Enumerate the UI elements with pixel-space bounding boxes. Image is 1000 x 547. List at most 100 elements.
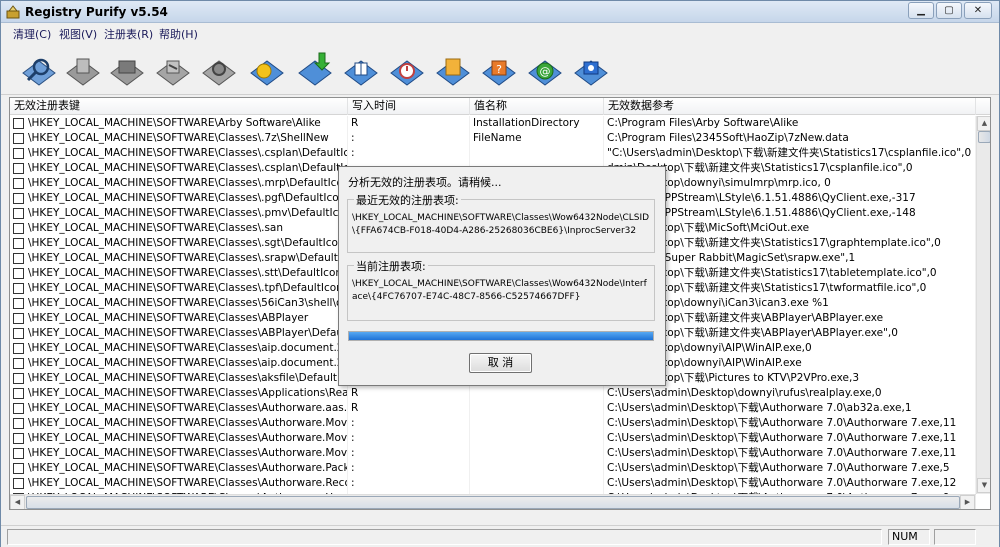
cell-value — [470, 461, 604, 476]
progress-fill — [349, 332, 653, 340]
help-icon[interactable]: ? — [479, 49, 519, 89]
settings-icon[interactable] — [199, 49, 239, 89]
menu-clean[interactable]: 清理(C) — [13, 26, 51, 42]
cell-key: \HKEY_LOCAL_MACHINE\SOFTWARE\Classes\ABP… — [10, 326, 348, 341]
cell-value: InstallationDirectory — [470, 116, 604, 131]
cell-value — [470, 476, 604, 491]
horizontal-scroll-thumb[interactable] — [26, 496, 960, 509]
scroll-right-icon[interactable]: ▶ — [960, 495, 975, 509]
svg-text:@: @ — [540, 65, 551, 78]
cell-key: \HKEY_LOCAL_MACHINE\SOFTWARE\Classes\.sg… — [10, 236, 348, 251]
cell-value — [470, 401, 604, 416]
cell-value — [470, 146, 604, 161]
cell-time: : — [348, 146, 470, 161]
cell-key: \HKEY_LOCAL_MACHINE\SOFTWARE\Classes\.pm… — [10, 206, 348, 221]
minimize-button[interactable]: ▁ — [908, 2, 934, 19]
maximize-button[interactable]: ▢ — [936, 2, 962, 19]
cell-time: : — [348, 416, 470, 431]
scan-icon[interactable] — [19, 49, 59, 89]
horizontal-scrollbar[interactable]: ◀ ▶ — [10, 494, 976, 509]
svg-text:?: ? — [496, 63, 502, 76]
vertical-scroll-thumb[interactable] — [978, 131, 990, 143]
cell-time: : — [348, 446, 470, 461]
cell-key: \HKEY_LOCAL_MACHINE\SOFTWARE\Classes\aip… — [10, 356, 348, 371]
cell-value: FileName — [470, 131, 604, 146]
table-row[interactable]: \HKEY_LOCAL_MACHINE\SOFTWARE\Classes\Aut… — [10, 461, 976, 476]
cell-time: : — [348, 431, 470, 446]
status-bar: NUM — [1, 525, 999, 547]
cell-value — [470, 416, 604, 431]
recent-invalid-value: \HKEY_LOCAL_MACHINE\SOFTWARE\Classes\Wow… — [352, 213, 650, 236]
cell-ref: C:\Users\admin\Desktop\下载\Authorware 7.0… — [604, 476, 976, 491]
email-icon[interactable]: @ — [525, 49, 565, 89]
cell-key: \HKEY_LOCAL_MACHINE\SOFTWARE\Classes\.st… — [10, 266, 348, 281]
status-blank — [934, 529, 976, 545]
cell-key: \HKEY_LOCAL_MACHINE\SOFTWARE\Classes\.tp… — [10, 281, 348, 296]
analyzing-dialog: 分析无效的注册表项。请稍候... 最近无效的注册表项: \HKEY_LOCAL_… — [338, 166, 666, 386]
cell-time: : — [348, 461, 470, 476]
close-button[interactable]: ✕ — [964, 2, 992, 19]
table-row[interactable]: \HKEY_LOCAL_MACHINE\SOFTWARE\Classes\.7z… — [10, 131, 976, 146]
scroll-up-icon[interactable]: ▲ — [977, 116, 990, 131]
backup-icon[interactable] — [107, 49, 147, 89]
vertical-scrollbar[interactable]: ▲ ▼ — [976, 116, 990, 494]
title-bar: Registry Purify v5.54 ▁ ▢ ✕ — [1, 1, 999, 23]
select-all-icon[interactable] — [247, 49, 287, 89]
progress-bar — [348, 331, 654, 341]
column-header-value[interactable]: 值名称 — [470, 98, 604, 115]
table-row[interactable]: \HKEY_LOCAL_MACHINE\SOFTWARE\Classes\Aut… — [10, 476, 976, 491]
export-icon[interactable] — [295, 49, 335, 89]
cell-key: \HKEY_LOCAL_MACHINE\SOFTWARE\Classes\.sr… — [10, 251, 348, 266]
cell-ref: C:\Users\admin\Desktop\下载\Authorware 7.0… — [604, 416, 976, 431]
status-message — [7, 529, 882, 545]
cancel-button[interactable]: 取 消 — [469, 353, 532, 373]
menu-registry[interactable]: 注册表(R) — [104, 26, 153, 42]
table-row[interactable]: \HKEY_LOCAL_MACHINE\SOFTWARE\Classes\.cs… — [10, 146, 976, 161]
home-icon[interactable] — [571, 49, 611, 89]
app-logo-icon — [6, 5, 20, 19]
menu-view[interactable]: 视图(V) — [59, 26, 97, 42]
column-header-key[interactable]: 无效注册表键 — [10, 98, 348, 115]
menu-help[interactable]: 帮助(H) — [159, 26, 198, 42]
main-window: Registry Purify v5.54 ▁ ▢ ✕ 清理(C) 视图(V) … — [0, 0, 1000, 547]
scroll-left-icon[interactable]: ◀ — [10, 495, 25, 509]
recent-invalid-label: 最近无效的注册表项: — [354, 192, 461, 208]
column-header-ref[interactable]: 无效数据参考 — [604, 98, 976, 115]
current-key-value: \HKEY_LOCAL_MACHINE\SOFTWARE\Classes\Wow… — [352, 279, 647, 302]
cell-key: \HKEY_LOCAL_MACHINE\SOFTWARE\Classes\App… — [10, 386, 348, 401]
cell-ref: C:\Users\admin\Desktop\下载\Authorware 7.0… — [604, 446, 976, 461]
grid-header: 无效注册表键 写入时间 值名称 无效数据参考 — [10, 98, 990, 115]
table-row[interactable]: \HKEY_LOCAL_MACHINE\SOFTWARE\Arby Softwa… — [10, 116, 976, 131]
history-icon[interactable] — [387, 49, 427, 89]
current-key-group: 当前注册表项: \HKEY_LOCAL_MACHINE\SOFTWARE\Cla… — [347, 258, 655, 321]
cell-key: \HKEY_LOCAL_MACHINE\SOFTWARE\Classes\.mr… — [10, 176, 348, 191]
table-row[interactable]: \HKEY_LOCAL_MACHINE\SOFTWARE\Classes\App… — [10, 386, 976, 401]
cell-key: \HKEY_LOCAL_MACHINE\SOFTWARE\Classes\.cs… — [10, 161, 348, 176]
cell-key: \HKEY_LOCAL_MACHINE\SOFTWARE\Classes\.pg… — [10, 191, 348, 206]
dialog-message: 分析无效的注册表项。请稍候... — [348, 176, 502, 189]
cell-ref: C:\Users\admin\Desktop\downyi\rufus\real… — [604, 386, 976, 401]
cell-ref: C:\Program Files\Arby Software\Alike — [604, 116, 976, 131]
cell-ref: C:\Users\admin\Desktop\下载\Authorware 7.0… — [604, 461, 976, 476]
cell-key: \HKEY_LOCAL_MACHINE\SOFTWARE\Classes\Aut… — [10, 476, 348, 491]
cell-value — [470, 446, 604, 461]
cell-key: \HKEY_LOCAL_MACHINE\SOFTWARE\Classes\Aut… — [10, 416, 348, 431]
table-row[interactable]: \HKEY_LOCAL_MACHINE\SOFTWARE\Classes\Aut… — [10, 416, 976, 431]
scroll-down-icon[interactable]: ▼ — [977, 478, 990, 493]
cell-ref: C:\Program Files\2345Soft\HaoZip\7zNew.d… — [604, 131, 976, 146]
cell-key: \HKEY_LOCAL_MACHINE\SOFTWARE\Classes\ABP… — [10, 311, 348, 326]
table-row[interactable]: \HKEY_LOCAL_MACHINE\SOFTWARE\Classes\Aut… — [10, 401, 976, 416]
current-key-label: 当前注册表项: — [354, 258, 428, 274]
view-icon[interactable] — [341, 49, 381, 89]
cell-time: : — [348, 476, 470, 491]
clean-icon[interactable] — [63, 49, 103, 89]
cell-time: : — [348, 131, 470, 146]
restore-icon[interactable] — [153, 49, 193, 89]
table-row[interactable]: \HKEY_LOCAL_MACHINE\SOFTWARE\Classes\Aut… — [10, 431, 976, 446]
toolbar: ? @ — [1, 43, 999, 95]
cell-ref: C:\Users\admin\Desktop\下载\Authorware 7.0… — [604, 431, 976, 446]
notes-icon[interactable] — [433, 49, 473, 89]
table-row[interactable]: \HKEY_LOCAL_MACHINE\SOFTWARE\Classes\Aut… — [10, 446, 976, 461]
column-header-time[interactable]: 写入时间 — [348, 98, 470, 115]
cell-time: R — [348, 386, 470, 401]
